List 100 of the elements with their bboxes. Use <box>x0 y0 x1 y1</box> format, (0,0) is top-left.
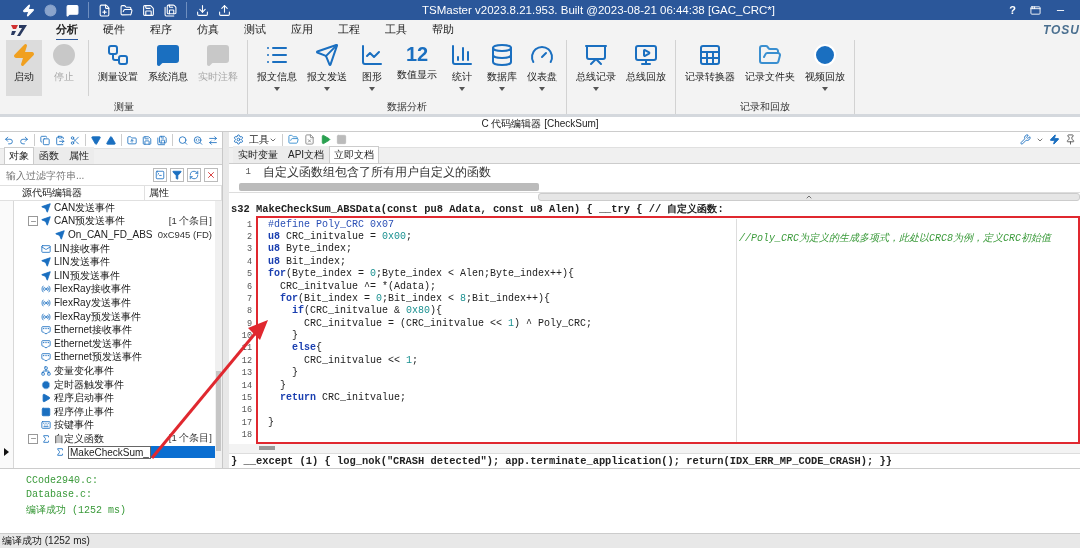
paste-icon[interactable] <box>55 134 66 146</box>
menu-tab[interactable]: 工具 <box>385 19 407 41</box>
ribbon-button[interactable]: 总线回放 <box>623 40 669 96</box>
hierarchy-icon <box>106 43 130 67</box>
upload-icon[interactable] <box>218 3 231 17</box>
delete-file-icon[interactable] <box>304 134 315 145</box>
code-line: for(Byte_index = 0;Byte_index < Alen;Byte_index++){ <box>267 268 575 281</box>
ribbon-button[interactable]: 启动 <box>6 40 42 96</box>
folder-icon[interactable] <box>126 134 137 146</box>
filter-field[interactable]: 输入过滤字符串... <box>4 168 150 182</box>
menu-tab[interactable]: 帮助 <box>432 19 454 41</box>
cut-icon[interactable] <box>70 134 81 146</box>
tree-item[interactable]: FlexRay接收事件 <box>54 282 131 297</box>
panel-tab[interactable]: 对象 <box>4 147 34 164</box>
scrollbar-thumb[interactable] <box>216 371 221 451</box>
tree-item[interactable]: On_CAN_FD_ABS <box>68 229 153 241</box>
folder-icon[interactable] <box>120 3 133 17</box>
ribbon-button[interactable]: 报文信息 <box>254 40 300 96</box>
menu-tab[interactable]: 工程 <box>338 19 360 41</box>
expand-toggle[interactable] <box>28 433 38 444</box>
ribbon-button[interactable]: 视频回放 <box>802 40 848 96</box>
down-triangle-icon[interactable] <box>90 134 101 146</box>
ribbon-button[interactable]: 记录转换器 <box>682 40 738 96</box>
up-triangle-icon[interactable] <box>106 134 117 146</box>
ribbon-button[interactable]: 统计 <box>444 40 480 96</box>
restore-icon[interactable] <box>1030 4 1041 16</box>
tree-item[interactable]: LIN预发送事件 <box>54 268 120 283</box>
tree-item[interactable]: LIN接收事件 <box>54 241 110 256</box>
save-all-icon[interactable] <box>157 134 168 146</box>
ribbon-button[interactable]: 测量设置 <box>95 40 141 96</box>
panel-tab[interactable]: 属性 <box>64 147 94 164</box>
ribbon-button[interactable]: 总线记录 <box>573 40 619 96</box>
panel-tab[interactable]: 函数 <box>34 147 64 164</box>
swap-icon[interactable] <box>208 134 219 146</box>
wrench-icon[interactable] <box>1020 134 1031 145</box>
refresh-button[interactable] <box>187 168 201 182</box>
tree-item[interactable]: CAN预发送事件 <box>54 214 126 229</box>
ribbon-button[interactable]: 仪表盘 <box>524 40 560 96</box>
circle-icon[interactable] <box>44 3 57 17</box>
redo-icon[interactable] <box>19 134 30 146</box>
tree-item[interactable]: 自定义函数 <box>54 431 104 446</box>
search-code-icon[interactable] <box>192 134 203 146</box>
name-edit-field[interactable]: MakeCheckSum_ <box>68 446 151 459</box>
scrollbar-thumb[interactable] <box>239 183 539 191</box>
message-icon[interactable] <box>66 3 79 17</box>
menu-tab[interactable]: 仿真 <box>197 19 219 41</box>
paper-plane-icon <box>41 257 51 268</box>
tree-item[interactable]: 程序停止事件 <box>54 404 114 419</box>
code-line: u8 CRC_initvalue = 0x00; <box>267 230 413 243</box>
panel-tab[interactable]: API文档 <box>283 146 330 163</box>
search-icon[interactable] <box>177 134 188 146</box>
tree-item[interactable]: CAN发送事件 <box>54 200 116 215</box>
signal-icon <box>41 297 51 308</box>
caret-icon <box>539 87 545 91</box>
save-all-icon[interactable] <box>164 3 177 17</box>
bar-chart-icon <box>450 43 474 67</box>
download-icon[interactable] <box>196 3 209 17</box>
undo-icon[interactable] <box>4 134 15 146</box>
panel-tab[interactable]: 实时变量 <box>233 146 283 163</box>
menu-tab[interactable]: 测试 <box>244 19 266 41</box>
tree-item[interactable]: LIN发送事件 <box>54 255 110 270</box>
lightning-icon[interactable] <box>1049 134 1060 145</box>
ribbon-button[interactable]: 报文发送 <box>304 40 350 96</box>
menu-tab[interactable]: 程序 <box>150 19 172 41</box>
filter-button[interactable] <box>170 168 184 182</box>
tree-item[interactable]: Ethernet接收事件 <box>54 323 132 338</box>
clear-button[interactable] <box>204 168 218 182</box>
line-number: 12 <box>240 354 253 368</box>
tree-item[interactable]: 定时器触发事件 <box>54 377 124 392</box>
tree-item[interactable]: 程序启动事件 <box>54 391 114 406</box>
help-button[interactable]: ? <box>1009 4 1016 16</box>
tree-item[interactable]: 按键事件 <box>54 418 94 433</box>
lightning-icon <box>12 43 36 67</box>
terminal-button[interactable] <box>153 168 167 182</box>
new-file-icon[interactable] <box>98 3 111 17</box>
menu-tab[interactable]: 硬件 <box>103 19 125 41</box>
menu-tab[interactable]: 应用 <box>291 19 313 41</box>
pin-icon[interactable] <box>1065 134 1076 145</box>
tree-item[interactable]: FlexRay预发送事件 <box>54 309 141 324</box>
save-icon[interactable] <box>141 134 152 146</box>
tree-item[interactable]: Ethernet预发送事件 <box>54 350 142 365</box>
scrollbar-thumb[interactable] <box>259 446 275 451</box>
ribbon-button[interactable]: 数据库 <box>484 40 520 96</box>
copy-icon[interactable] <box>39 134 50 146</box>
tree-item[interactable]: Ethernet发送事件 <box>54 336 132 351</box>
stop-icon[interactable] <box>336 134 347 145</box>
ribbon-button[interactable]: 记录文件夹 <box>742 40 798 96</box>
table-icon <box>698 43 722 67</box>
ribbon-button[interactable]: 系统消息 <box>145 40 191 96</box>
splitter-handle[interactable] <box>538 193 1080 202</box>
tree-item[interactable]: 变量变化事件 <box>54 363 114 378</box>
panel-tab[interactable]: 立即文档 <box>329 146 380 163</box>
ribbon-button[interactable]: 12 数值显示 <box>394 40 440 96</box>
tools-menu[interactable]: 工具 <box>249 132 277 147</box>
ribbon-button[interactable]: 图形 <box>354 40 390 96</box>
play-icon[interactable] <box>320 134 331 145</box>
tree-item[interactable]: FlexRay发送事件 <box>54 295 131 310</box>
expand-toggle[interactable] <box>28 216 38 227</box>
settings-icon[interactable] <box>233 134 244 145</box>
column-header: 源代码编辑器 <box>18 186 145 200</box>
